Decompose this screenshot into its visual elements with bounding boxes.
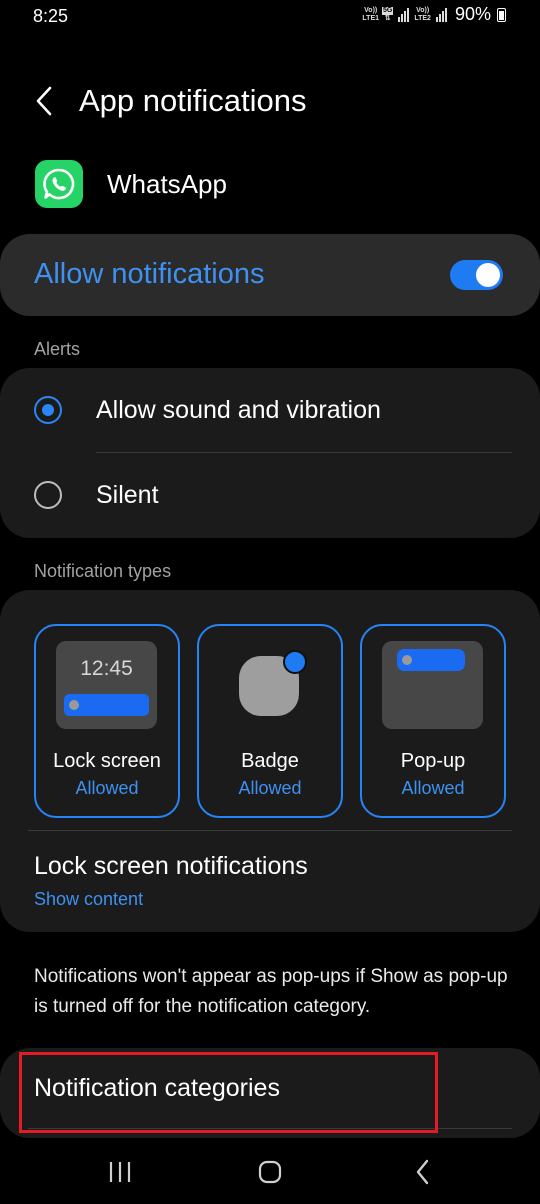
page-title: App notifications (79, 83, 307, 118)
status-icons: Vo)) LTE1 5G ⇅ Vo)) LTE2 90% (362, 4, 506, 25)
tile-badge[interactable]: Badge Allowed (197, 624, 343, 818)
tile-label: Lock screen (53, 750, 161, 772)
recents-icon[interactable] (100, 1156, 140, 1188)
tile-status: Allowed (75, 778, 139, 798)
lock-screen-notification-bar (64, 694, 149, 716)
tile-label: Pop-up (400, 750, 466, 772)
pop-up-preview (382, 641, 483, 729)
navigation-bar (0, 1140, 540, 1204)
tile-label: Badge (241, 750, 299, 772)
radio-unselected-icon[interactable] (34, 481, 62, 509)
back-nav-icon[interactable] (403, 1156, 443, 1188)
notification-types-card: 12:45 Lock screen Allowed Badge Allowed … (0, 590, 540, 932)
divider (96, 452, 512, 453)
sim2-volte-icon: Vo)) LTE2 (414, 6, 431, 22)
whatsapp-icon (35, 160, 83, 208)
info-text: Notifications won't appear as pop-ups if… (34, 966, 508, 1017)
network-5g-icon: 5G ⇅ (382, 6, 394, 22)
notification-types-section-label: Notification types (34, 561, 172, 581)
option-allow-sound-and-vibration[interactable]: Allow sound and vibration (0, 368, 540, 448)
alerts-card: Allow sound and vibration Silent (0, 368, 540, 538)
badge-dot-icon (283, 650, 307, 674)
app-info: WhatsApp (35, 160, 227, 208)
lock-screen-notifications-title: Lock screen notifications (34, 852, 308, 880)
back-arrow-icon[interactable] (33, 84, 57, 118)
battery-icon (497, 7, 506, 22)
battery-percent: 90% (454, 4, 491, 24)
tile-status: Allowed (238, 778, 302, 798)
option-label: Allow sound and vibration (96, 396, 381, 424)
divider (28, 830, 512, 831)
lock-screen-notifications-value: Show content (34, 889, 144, 909)
tile-pop-up[interactable]: Pop-up Allowed (360, 624, 506, 818)
signal-sim2-icon (435, 7, 447, 22)
allow-notifications-toggle[interactable] (450, 260, 503, 290)
highlight-box (19, 1052, 438, 1133)
pop-up-notification-bar (397, 649, 465, 671)
lock-screen-preview: 12:45 (56, 641, 157, 729)
signal-sim1-icon (398, 7, 410, 22)
status-bar: 8:25 Vo)) LTE1 5G ⇅ Vo)) LTE2 90% (0, 0, 540, 34)
lock-screen-preview-time: 12:45 (80, 657, 133, 680)
radio-selected-icon[interactable] (34, 396, 62, 424)
alerts-section-label: Alerts (34, 339, 81, 359)
app-name: WhatsApp (107, 168, 227, 199)
option-silent[interactable]: Silent (0, 454, 540, 534)
sim1-volte-icon: Vo)) LTE1 (362, 6, 380, 22)
allow-notifications-row[interactable]: Allow notifications (0, 234, 540, 316)
toggle-knob (476, 263, 500, 287)
tile-lock-screen[interactable]: 12:45 Lock screen Allowed (34, 624, 180, 818)
home-icon[interactable] (250, 1156, 290, 1188)
allow-notifications-label: Allow notifications (34, 258, 265, 290)
option-label: Silent (96, 481, 159, 509)
status-time: 8:25 (33, 6, 69, 26)
tile-status: Allowed (401, 778, 465, 798)
